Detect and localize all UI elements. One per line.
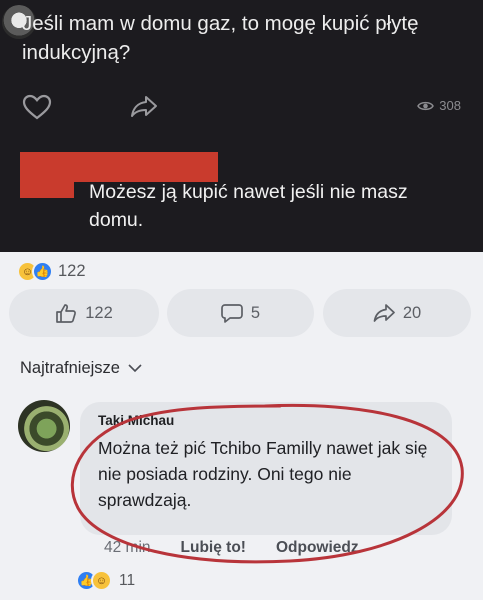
question-actions: 308 bbox=[0, 88, 483, 124]
comment-button[interactable]: 5 bbox=[167, 289, 314, 337]
sort-label: Najtrafniejsze bbox=[20, 359, 120, 377]
reaction-summary[interactable]: ☺ 👍 122 bbox=[17, 261, 86, 282]
comment-count: 5 bbox=[250, 303, 261, 322]
share-button[interactable]: 20 bbox=[323, 289, 471, 337]
views-count: 308 bbox=[439, 98, 461, 113]
reaction-count: 122 bbox=[58, 262, 86, 280]
like-icon: 👍 bbox=[32, 261, 53, 282]
comment-text: Można też pić Tchibo Familly nawet jak s… bbox=[98, 438, 428, 510]
share-icon[interactable] bbox=[130, 94, 158, 118]
commenter-avatar[interactable] bbox=[18, 400, 70, 452]
like-button[interactable]: 122 bbox=[9, 289, 159, 337]
facebook-post-footer: ☺ 👍 122 122 5 20 Najtrafniejsze Taki Mic… bbox=[0, 252, 483, 600]
comment-reactions[interactable]: 👍 ☺ 11 bbox=[76, 570, 135, 591]
comment-author[interactable]: Taki Michau bbox=[98, 413, 174, 428]
comment-time[interactable]: 42 min bbox=[104, 539, 151, 557]
redaction-bar bbox=[20, 176, 74, 198]
comment-reaction-count: 11 bbox=[119, 571, 136, 589]
comment-bubble: Taki Michau Można też pić Tchibo Familly… bbox=[80, 402, 452, 535]
eye-icon bbox=[417, 101, 435, 110]
haha-icon: ☺ bbox=[91, 570, 112, 591]
heart-icon[interactable] bbox=[22, 94, 52, 120]
comment-icon bbox=[221, 304, 243, 323]
question-card: Jeśli mam w domu gaz, to mogę kupić płyt… bbox=[0, 0, 483, 252]
like-count: 122 bbox=[85, 303, 113, 322]
answer-text: Możesz ją kupić nawet jeśli nie masz dom… bbox=[89, 181, 408, 231]
comment-reply-button[interactable]: Odpowiedz bbox=[276, 539, 359, 557]
comment-sort-dropdown[interactable]: Najtrafniejsze bbox=[20, 359, 142, 378]
question-text: Jeśli mam w domu gaz, to mogę kupić płyt… bbox=[22, 12, 419, 64]
chevron-down-icon bbox=[128, 364, 142, 373]
share-count: 20 bbox=[402, 303, 422, 322]
comment-meta: 42 min Lubię to! Odpowiedz bbox=[104, 539, 359, 557]
thumbs-up-icon bbox=[56, 304, 77, 323]
share-arrow-icon bbox=[373, 304, 395, 322]
comment-like-button[interactable]: Lubię to! bbox=[181, 539, 246, 557]
views-counter: 308 bbox=[417, 98, 461, 113]
